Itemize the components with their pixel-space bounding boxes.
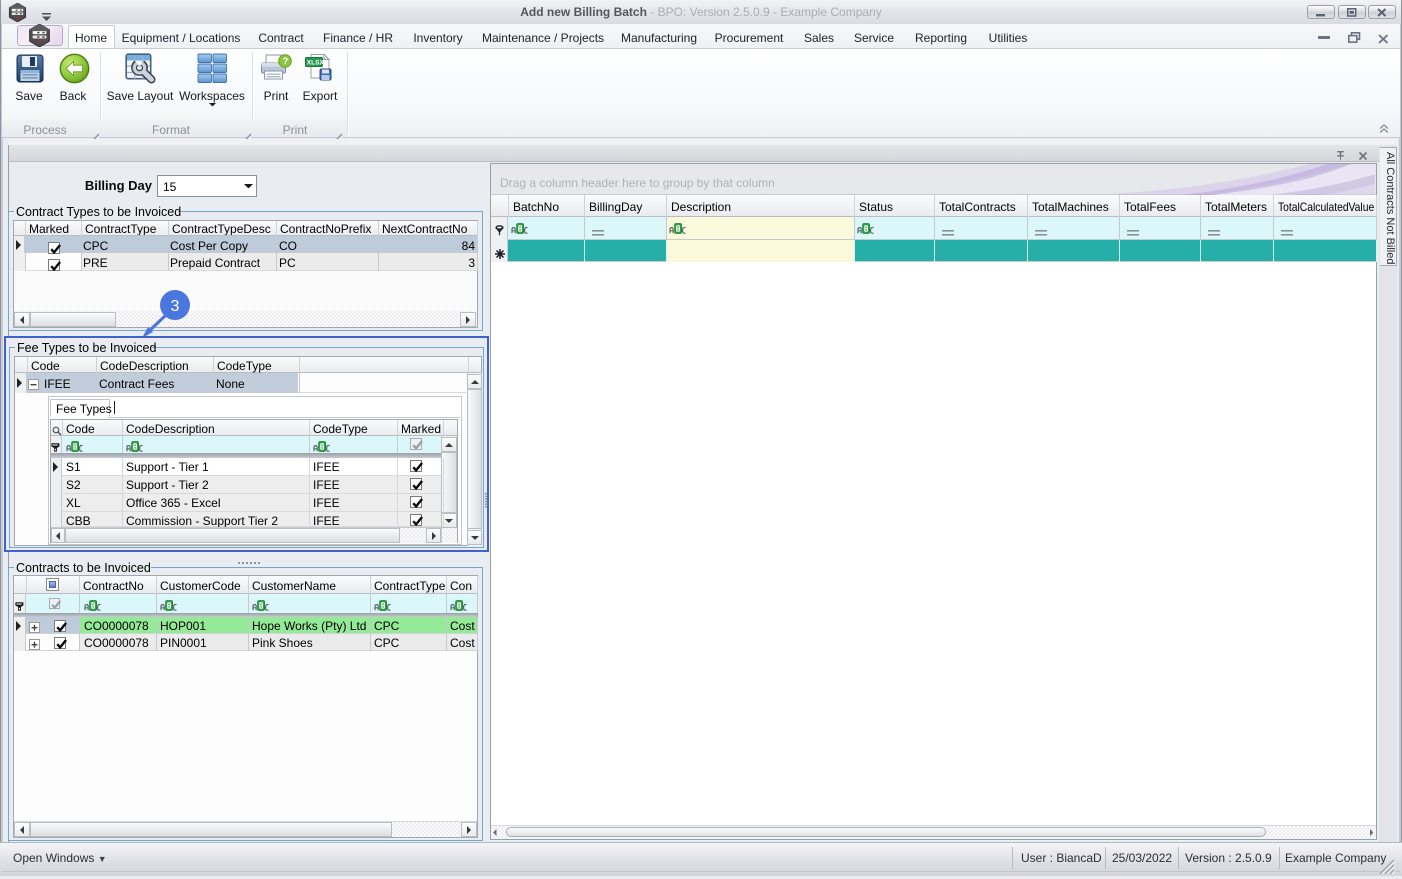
svg-text:3: 3 (171, 298, 180, 315)
svg-text:XLSX: XLSX (307, 60, 325, 67)
svg-text:?: ? (283, 56, 289, 66)
